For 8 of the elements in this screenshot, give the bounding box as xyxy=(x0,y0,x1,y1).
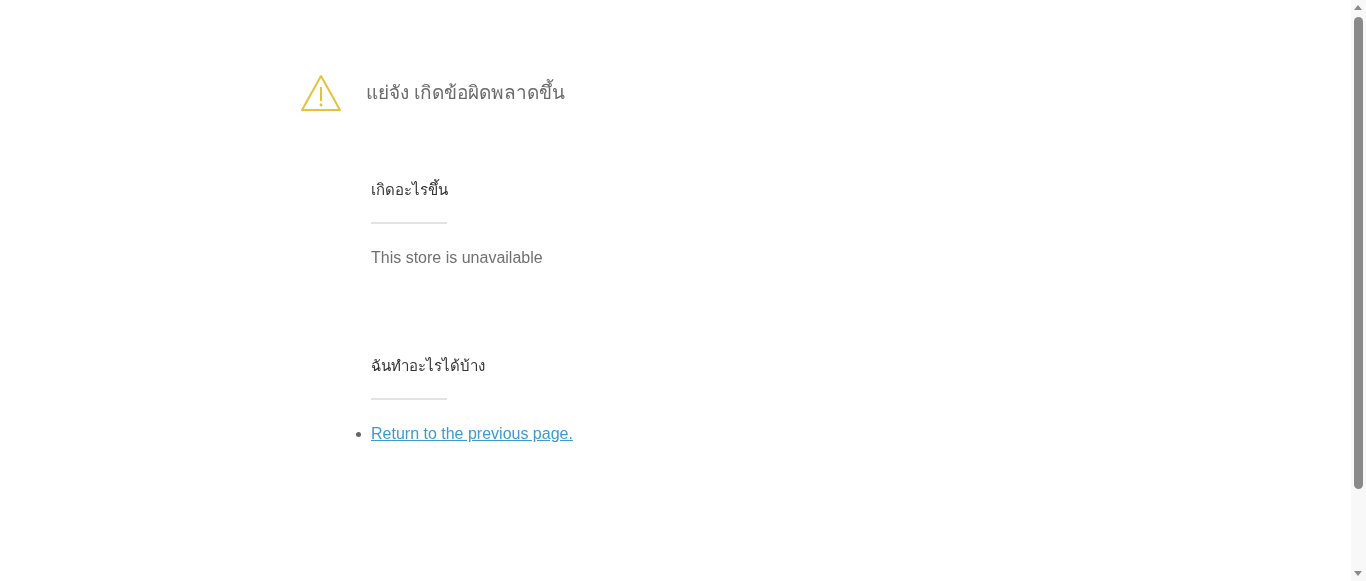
scrollbar[interactable] xyxy=(1351,0,1366,581)
warning-icon xyxy=(300,74,342,112)
message-text: This store is unavailable xyxy=(371,248,544,268)
section-heading: เกิดอะไรขึ้น xyxy=(371,178,449,200)
error-title: แย่จัง เกิดข้อผิดพลาดขึ้น xyxy=(366,74,566,112)
back-link[interactable]: Return to the previous page. xyxy=(371,425,573,442)
section-heading: ฉันทำอะไรได้บ้าง xyxy=(371,356,486,376)
bullet-icon xyxy=(356,432,361,438)
